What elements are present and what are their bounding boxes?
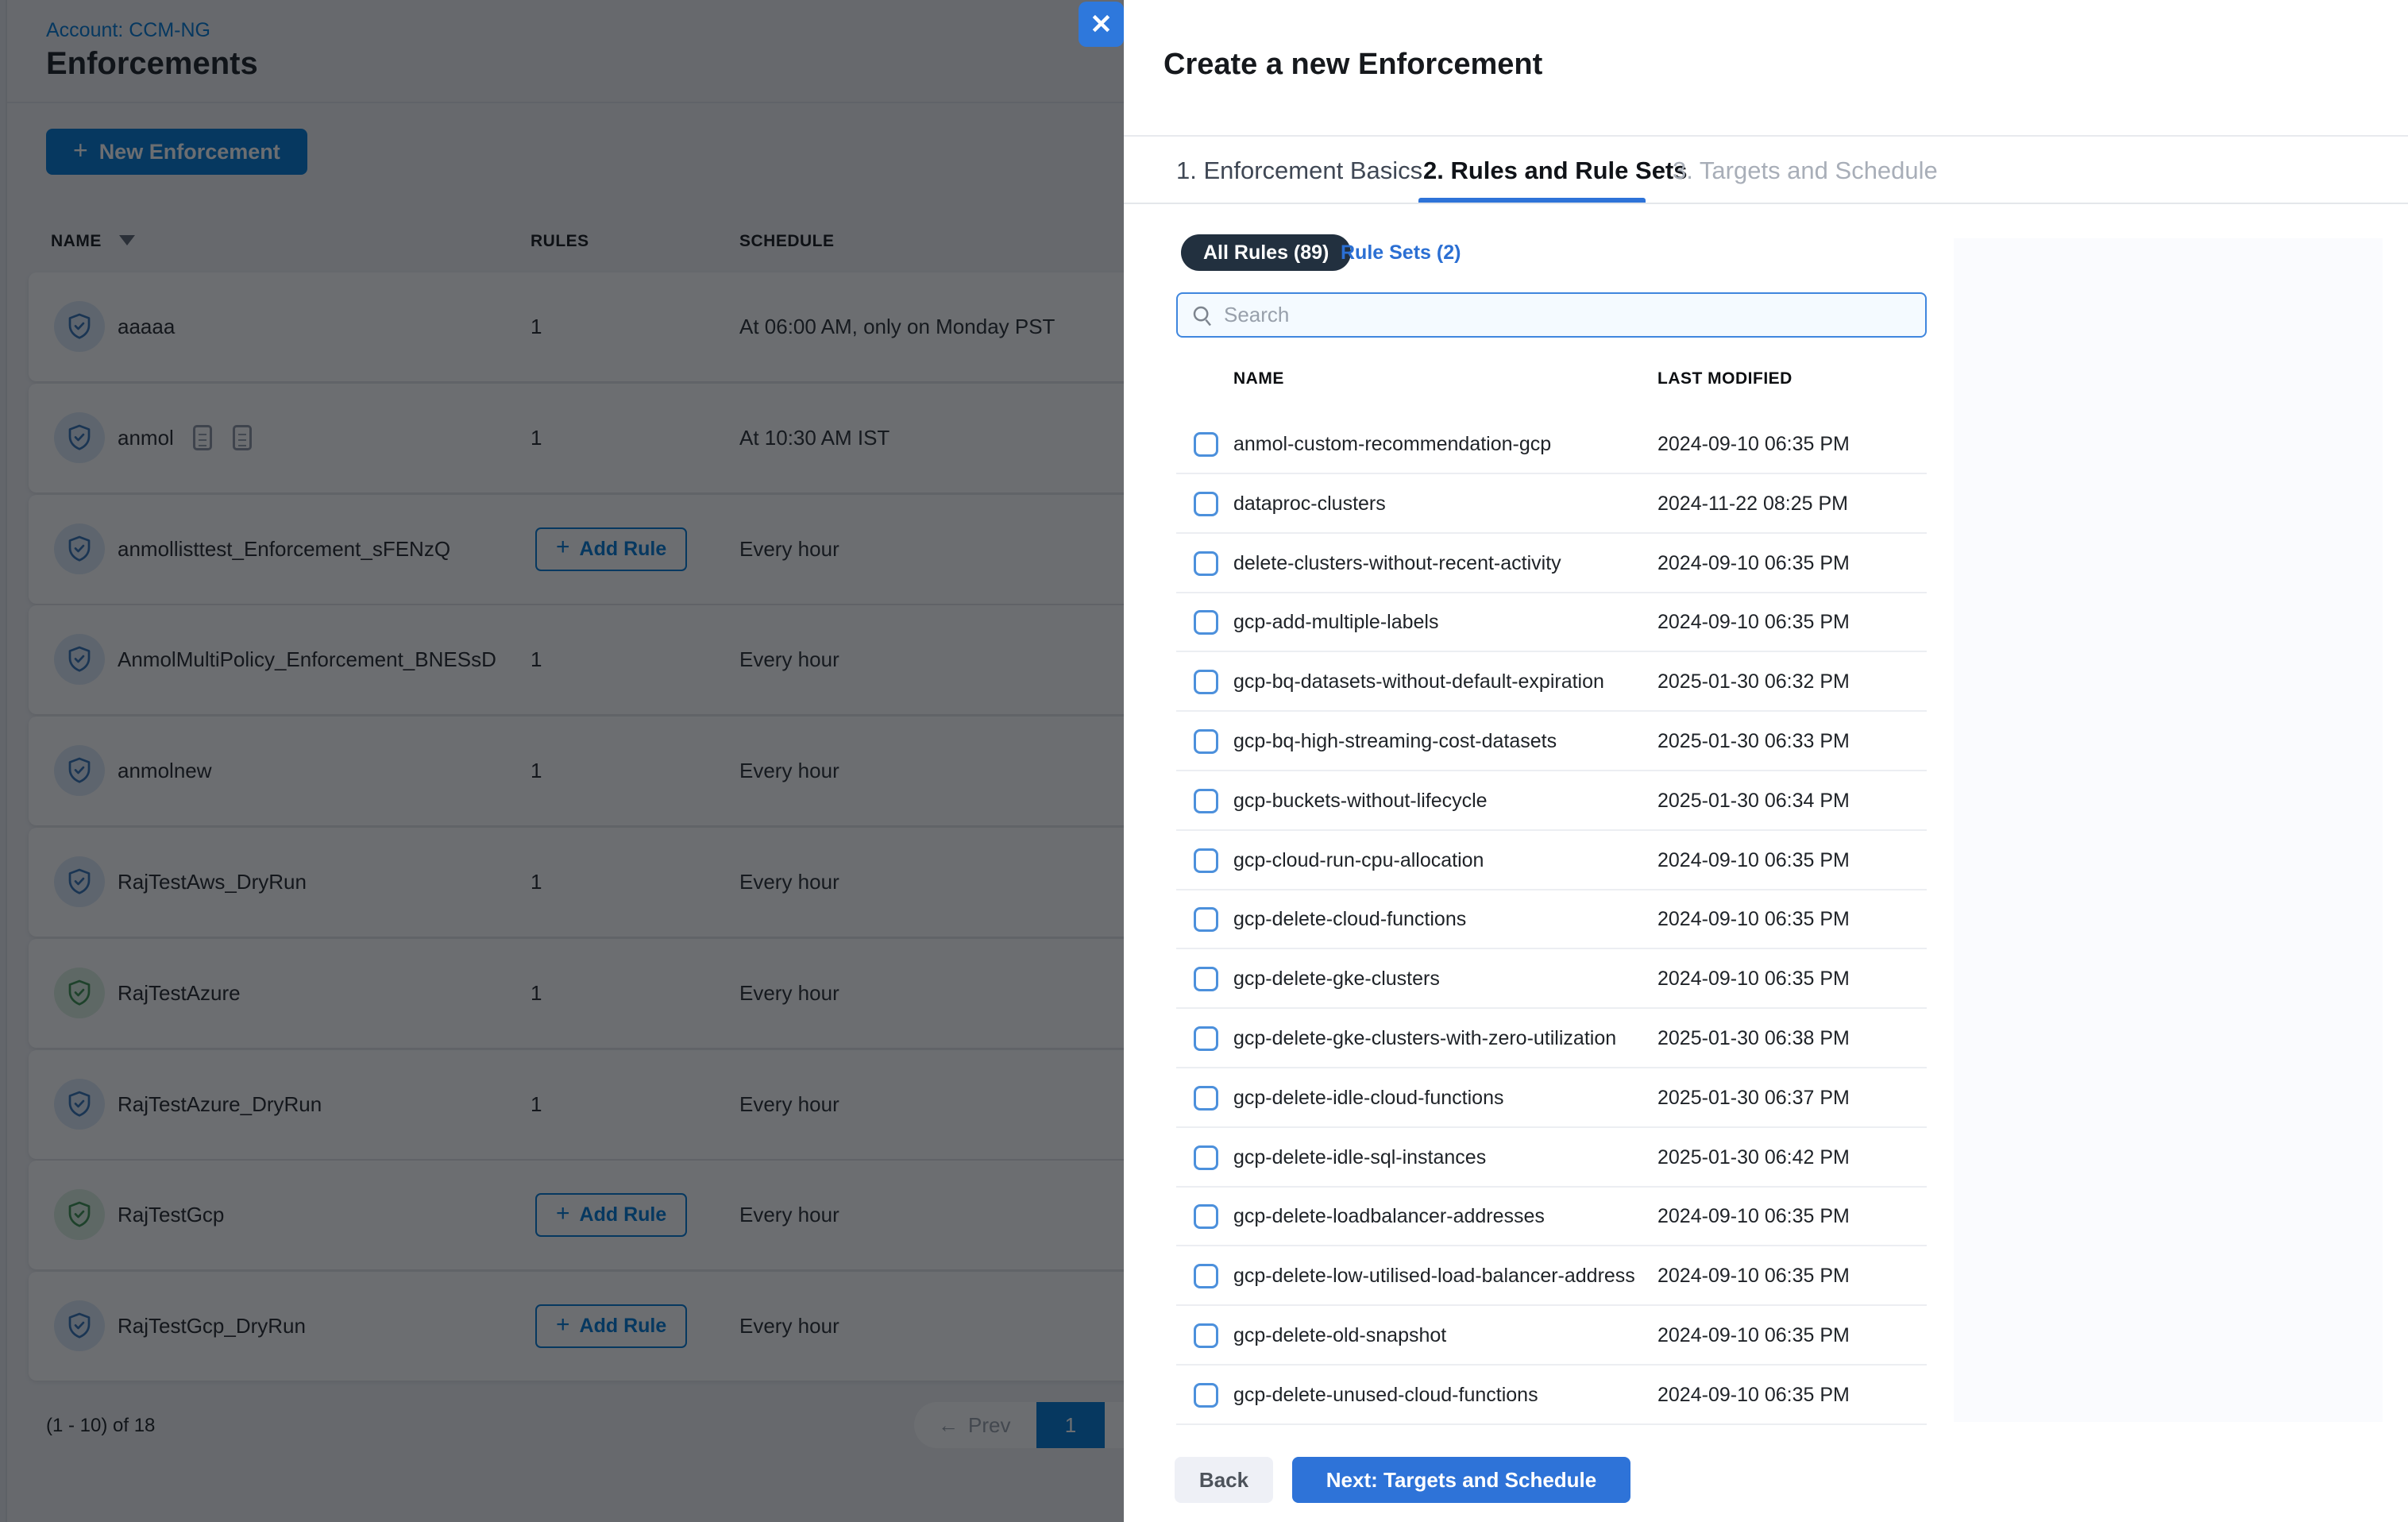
rule-checkbox[interactable] bbox=[1194, 967, 1218, 991]
rule-checkbox[interactable] bbox=[1194, 1204, 1218, 1229]
rule-checkbox[interactable] bbox=[1194, 848, 1218, 873]
rule-checkbox[interactable] bbox=[1194, 1264, 1218, 1288]
rule-checkbox[interactable] bbox=[1194, 492, 1218, 516]
rule-row[interactable]: gcp-delete-idle-cloud-functions 2025-01-3… bbox=[1176, 1068, 1927, 1128]
rule-row[interactable]: gcp-delete-low-utilised-load-balancer-ad… bbox=[1176, 1246, 1927, 1306]
rule-checkbox[interactable] bbox=[1194, 729, 1218, 754]
rule-name[interactable]: gcp-delete-idle-sql-instances bbox=[1233, 1128, 1486, 1188]
rule-checkbox[interactable] bbox=[1194, 1145, 1218, 1170]
rule-last-modified: 2024-09-10 06:35 PM bbox=[1657, 1187, 1850, 1246]
rule-last-modified: 2024-09-10 06:35 PM bbox=[1657, 1246, 1850, 1306]
rule-name[interactable]: gcp-delete-unused-cloud-functions bbox=[1233, 1366, 1538, 1425]
rule-name[interactable]: gcp-delete-loadbalancer-addresses bbox=[1233, 1187, 1545, 1246]
rule-checkbox[interactable] bbox=[1194, 551, 1218, 576]
rule-last-modified: 2024-09-10 06:35 PM bbox=[1657, 949, 1850, 1009]
rule-row[interactable]: gcp-add-multiple-labels 2024-09-10 06:35 … bbox=[1176, 593, 1927, 652]
rule-name[interactable]: gcp-add-multiple-labels bbox=[1233, 593, 1438, 652]
rule-checkbox[interactable] bbox=[1194, 907, 1218, 932]
rule-row[interactable]: anmol-custom-recommendation-gcp 2024-09-1… bbox=[1176, 415, 1927, 474]
search-input[interactable] bbox=[1224, 303, 1925, 327]
rule-row[interactable]: gcp-delete-cloud-functions 2024-09-10 06:… bbox=[1176, 890, 1927, 949]
rule-last-modified: 2024-09-10 06:35 PM bbox=[1657, 831, 1850, 890]
rule-last-modified: 2024-09-10 06:35 PM bbox=[1657, 415, 1850, 474]
rule-row[interactable]: gcp-delete-gke-clusters 2024-09-10 06:35 … bbox=[1176, 949, 1927, 1009]
rule-last-modified: 2025-01-30 06:37 PM bbox=[1657, 1068, 1850, 1128]
drawer-title: Create a new Enforcement bbox=[1163, 48, 1542, 82]
rule-name[interactable]: gcp-delete-gke-clusters bbox=[1233, 949, 1440, 1009]
rule-last-modified: 2024-09-10 06:35 PM bbox=[1657, 890, 1850, 949]
rule-name[interactable]: gcp-delete-old-snapshot bbox=[1233, 1306, 1446, 1366]
toggle-rule-sets[interactable]: Rule Sets (2) bbox=[1341, 234, 1461, 271]
back-button[interactable]: Back bbox=[1175, 1457, 1273, 1503]
rule-checkbox[interactable] bbox=[1194, 1323, 1218, 1348]
rule-last-modified: 2024-09-10 06:35 PM bbox=[1657, 593, 1850, 652]
close-icon[interactable]: ✕ bbox=[1079, 2, 1124, 47]
rule-last-modified: 2025-01-30 06:38 PM bbox=[1657, 1009, 1850, 1068]
search-icon bbox=[1190, 303, 1214, 327]
selected-rules-panel bbox=[1954, 238, 2383, 1422]
rule-name[interactable]: gcp-cloud-run-cpu-allocation bbox=[1233, 831, 1484, 890]
rules-list: anmol-custom-recommendation-gcp 2024-09-1… bbox=[1176, 415, 1927, 1425]
rule-last-modified: 2025-01-30 06:33 PM bbox=[1657, 712, 1850, 771]
rule-last-modified: 2024-09-10 06:35 PM bbox=[1657, 1306, 1850, 1366]
rule-name[interactable]: gcp-buckets-without-lifecycle bbox=[1233, 771, 1488, 831]
rule-checkbox[interactable] bbox=[1194, 610, 1218, 635]
rule-checkbox[interactable] bbox=[1194, 789, 1218, 813]
active-tab-underline bbox=[1418, 198, 1646, 203]
rule-name[interactable]: delete-clusters-without-recent-activity bbox=[1233, 534, 1561, 593]
rule-checkbox[interactable] bbox=[1194, 1026, 1218, 1051]
list-header-name: NAME bbox=[1233, 369, 1284, 388]
rule-row[interactable]: gcp-cloud-run-cpu-allocation 2024-09-10 0… bbox=[1176, 831, 1927, 890]
rule-name[interactable]: anmol-custom-recommendation-gcp bbox=[1233, 415, 1551, 474]
rule-checkbox[interactable] bbox=[1194, 1086, 1218, 1111]
rule-name[interactable]: gcp-delete-cloud-functions bbox=[1233, 890, 1466, 949]
next-targets-schedule-button[interactable]: Next: Targets and Schedule bbox=[1292, 1457, 1630, 1503]
rule-row[interactable]: gcp-bq-high-streaming-cost-datasets 2025-… bbox=[1176, 712, 1927, 771]
rule-row[interactable]: gcp-buckets-without-lifecycle 2025-01-30 … bbox=[1176, 771, 1927, 831]
rules-search-box[interactable] bbox=[1176, 292, 1927, 338]
tab-enforcement-basics[interactable]: 1. Enforcement Basics bbox=[1176, 137, 1422, 204]
rule-last-modified: 2025-01-30 06:42 PM bbox=[1657, 1128, 1850, 1188]
toggle-all-rules[interactable]: All Rules (89) bbox=[1181, 234, 1351, 271]
rule-checkbox[interactable] bbox=[1194, 432, 1218, 457]
rule-row[interactable]: gcp-delete-gke-clusters-with-zero-utiliz… bbox=[1176, 1009, 1927, 1068]
rule-row[interactable]: gcp-delete-old-snapshot 2024-09-10 06:35 … bbox=[1176, 1306, 1927, 1366]
list-header-last-modified: LAST MODIFIED bbox=[1657, 369, 1792, 388]
rule-name[interactable]: gcp-delete-idle-cloud-functions bbox=[1233, 1068, 1503, 1128]
rule-last-modified: 2024-11-22 08:25 PM bbox=[1657, 474, 1848, 534]
rule-row[interactable]: gcp-delete-unused-cloud-functions 2024-09… bbox=[1176, 1366, 1927, 1425]
rule-row[interactable]: delete-clusters-without-recent-activity 2… bbox=[1176, 534, 1927, 593]
rule-last-modified: 2024-09-10 06:35 PM bbox=[1657, 534, 1850, 593]
rule-checkbox[interactable] bbox=[1194, 1383, 1218, 1408]
create-enforcement-drawer: ✕ Create a new Enforcement 1. Enforcemen… bbox=[1124, 0, 2408, 1522]
rule-name[interactable]: gcp-bq-datasets-without-default-expirati… bbox=[1233, 652, 1604, 712]
wizard-tabbar: 1. Enforcement Basics 2. Rules and Rule … bbox=[1124, 135, 2408, 204]
rule-name[interactable]: gcp-delete-low-utilised-load-balancer-ad… bbox=[1233, 1246, 1635, 1306]
rule-row[interactable]: gcp-delete-loadbalancer-addresses 2024-09… bbox=[1176, 1187, 1927, 1246]
rule-row[interactable]: gcp-bq-datasets-without-default-expirati… bbox=[1176, 652, 1927, 712]
rule-row[interactable]: dataproc-clusters 2024-11-22 08:25 PM bbox=[1176, 474, 1927, 534]
rule-row[interactable]: gcp-delete-idle-sql-instances 2025-01-30 … bbox=[1176, 1128, 1927, 1188]
rule-name[interactable]: gcp-delete-gke-clusters-with-zero-utiliz… bbox=[1233, 1009, 1616, 1068]
rule-name[interactable]: gcp-bq-high-streaming-cost-datasets bbox=[1233, 712, 1557, 771]
rule-checkbox[interactable] bbox=[1194, 670, 1218, 694]
rule-name[interactable]: dataproc-clusters bbox=[1233, 474, 1386, 534]
rule-last-modified: 2025-01-30 06:32 PM bbox=[1657, 652, 1850, 712]
rule-last-modified: 2025-01-30 06:34 PM bbox=[1657, 771, 1850, 831]
tab-rules-and-rule-sets[interactable]: 2. Rules and Rule Sets bbox=[1423, 137, 1688, 204]
tab-targets-and-schedule[interactable]: 3. Targets and Schedule bbox=[1673, 137, 1938, 204]
rule-last-modified: 2024-09-10 06:35 PM bbox=[1657, 1366, 1850, 1425]
